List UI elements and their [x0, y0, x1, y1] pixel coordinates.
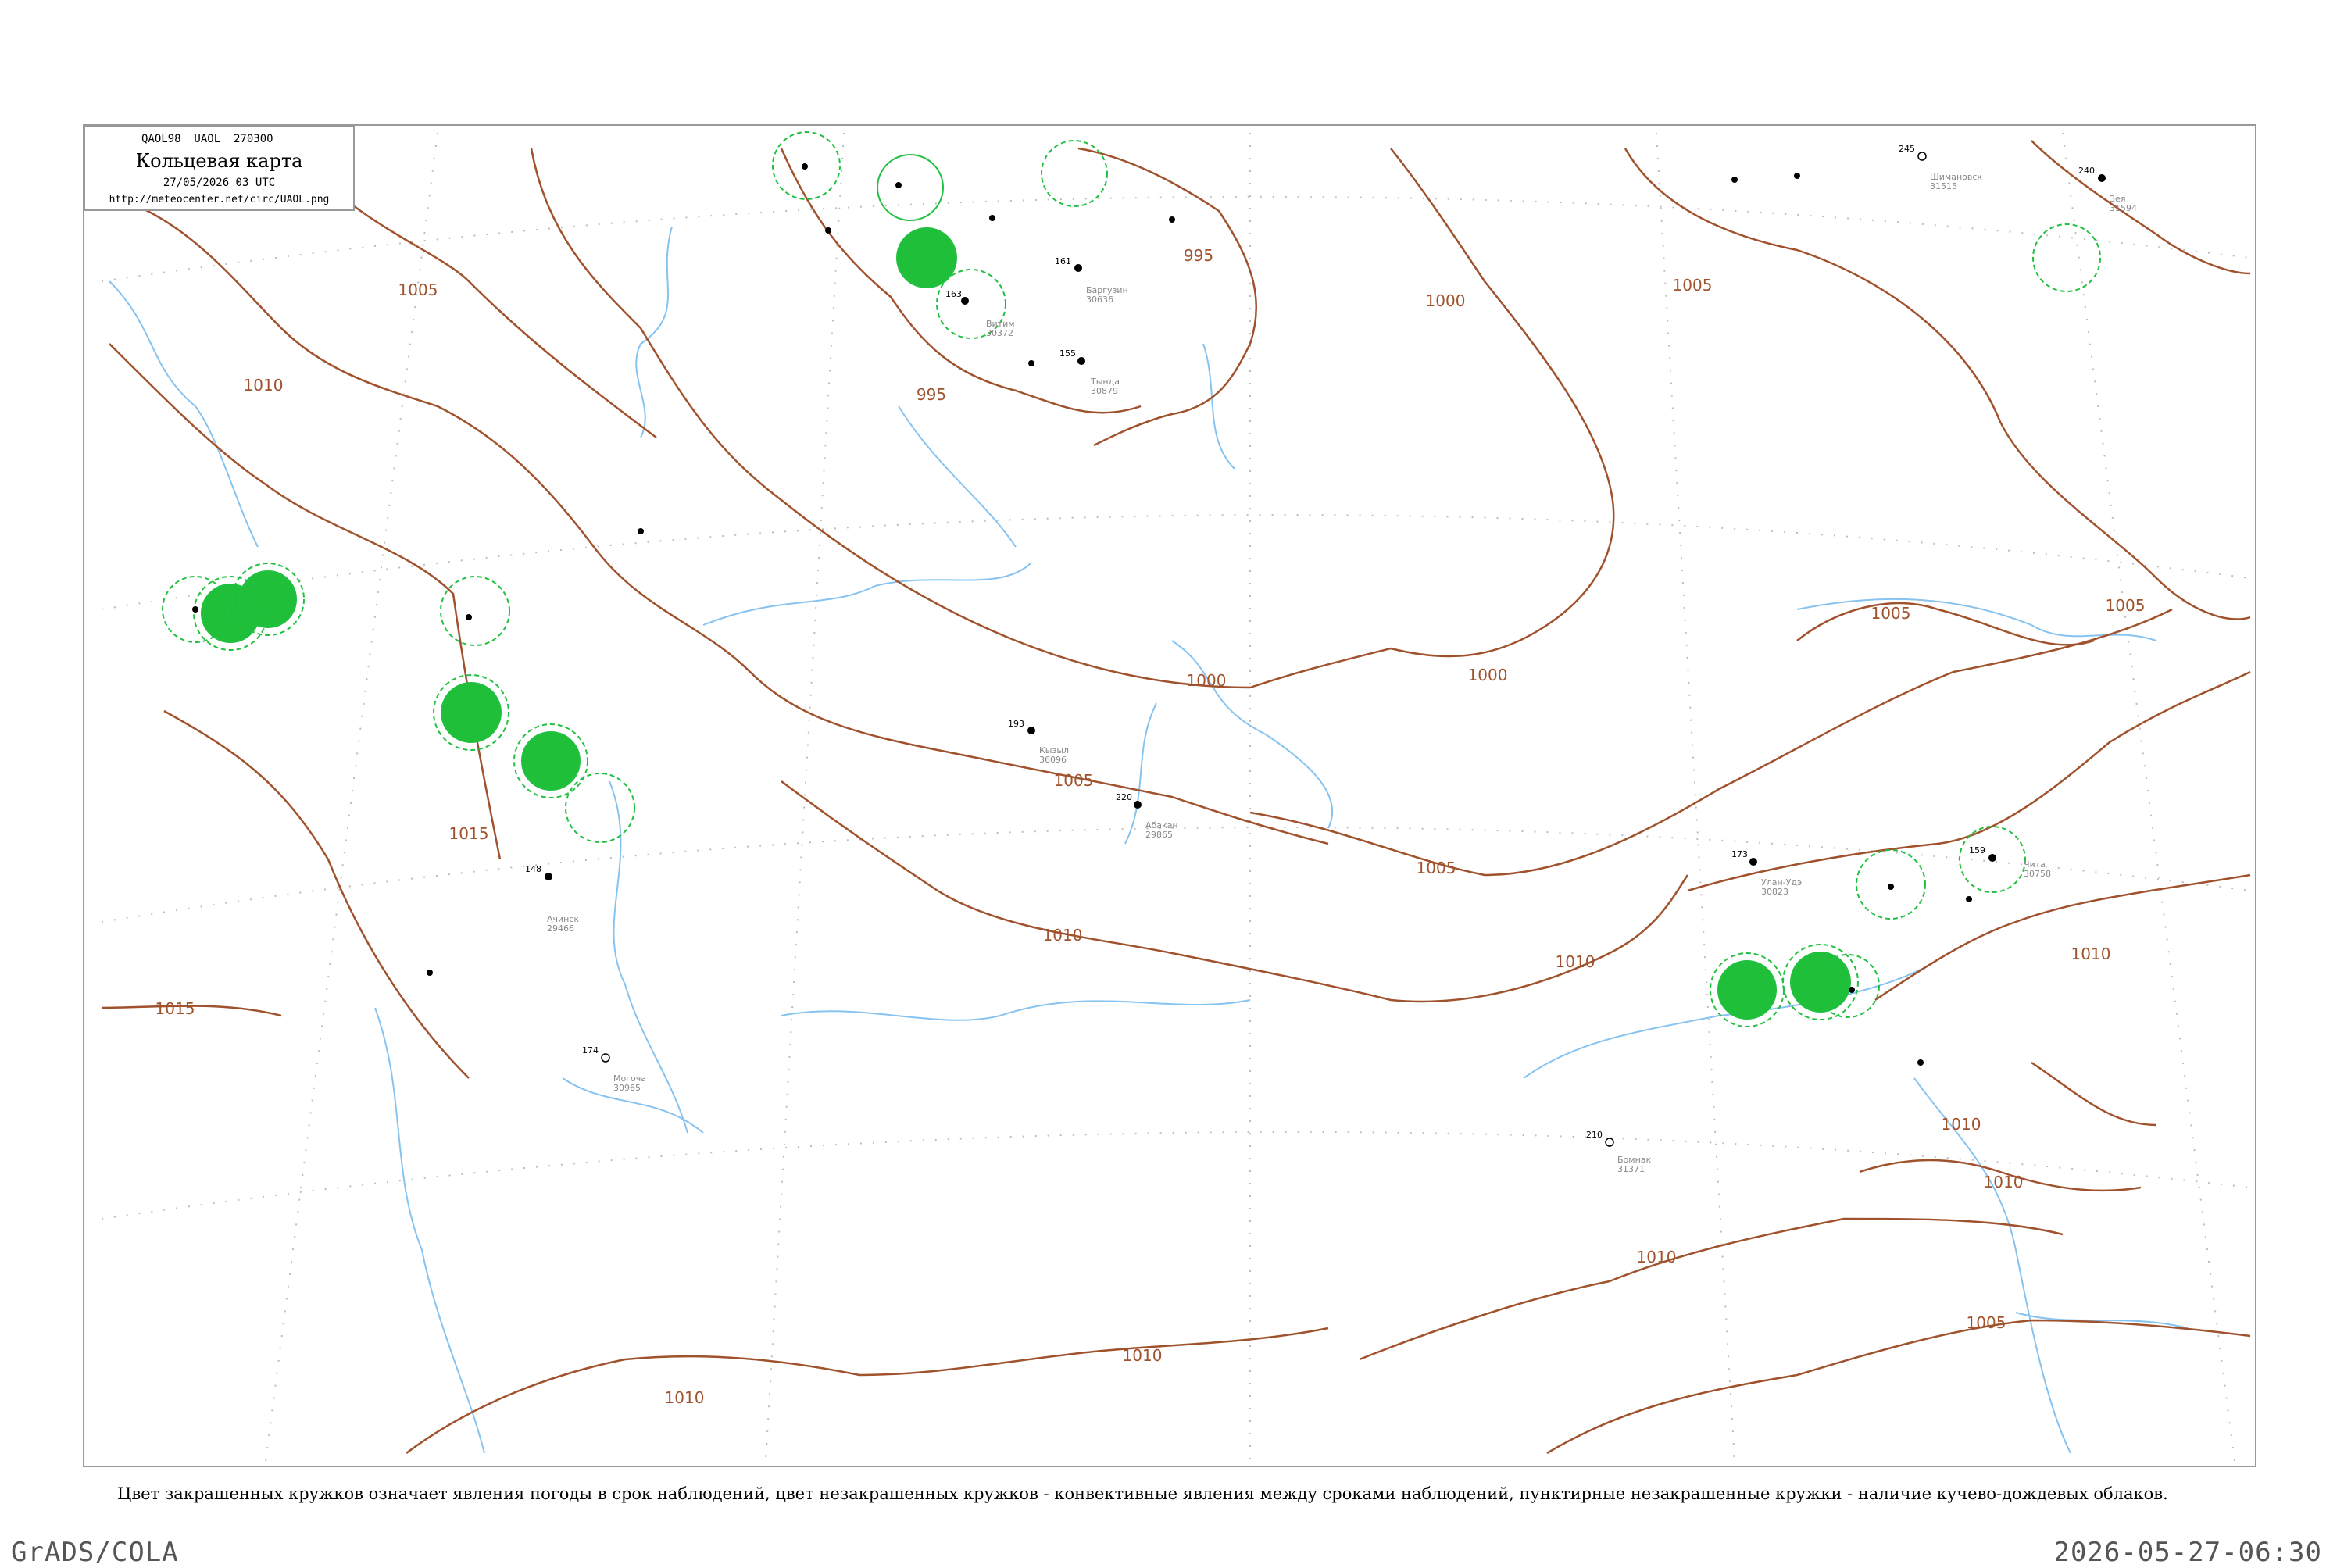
station-marker: [1074, 264, 1082, 272]
station-id: 29466: [547, 923, 574, 934]
station-marker: [1917, 1059, 1924, 1066]
isobar-label: 995: [1184, 246, 1213, 265]
bulletin-code: QAOL98 UAOL 270300: [141, 133, 273, 145]
station-marker: [1794, 173, 1800, 179]
legend-caption: Цвет закрашенных кружков означает явлени…: [117, 1484, 2168, 1503]
weather-filled-circle: [1717, 960, 1777, 1020]
station-pressure: 210: [1586, 1130, 1603, 1140]
station-marker: [1134, 801, 1142, 809]
station-marker: [1027, 727, 1035, 734]
isobar-label: 1005: [398, 280, 438, 299]
station-marker: [466, 614, 472, 620]
station-marker: [989, 215, 995, 221]
isobar-label: 1010: [1984, 1173, 2024, 1191]
station-id: 30636: [1086, 295, 1113, 305]
isobar-label: 1005: [1417, 859, 1456, 877]
isobar-label: 1000: [1468, 666, 1508, 684]
station-pressure: 173: [1731, 849, 1748, 859]
isobar-label: 1010: [1556, 952, 1595, 971]
station-id: 36096: [1039, 755, 1067, 765]
station-marker: [1849, 987, 1855, 993]
station-marker: [895, 182, 902, 188]
isobar-label: 1010: [1637, 1248, 1677, 1266]
isobar-label: 1010: [1123, 1346, 1163, 1365]
isobar-label: 1010: [2071, 945, 2111, 963]
station-marker: [601, 1053, 610, 1063]
render-timestamp: 2026-05-27-06:30: [2053, 1537, 2322, 1568]
station-pressure: 220: [1116, 792, 1132, 802]
synoptic-map: 1005 1010 1015 1015 995 1000 1000 1000 1…: [83, 124, 2256, 1467]
station-id: 30758: [2024, 869, 2051, 879]
station-id: 30372: [986, 328, 1013, 338]
station-marker: [2098, 174, 2106, 182]
weather-filled-circle: [521, 731, 581, 791]
isobar-label: 1015: [449, 824, 489, 843]
station-pressure: 240: [2078, 166, 2095, 176]
station-pressure: 155: [1059, 348, 1076, 359]
station-marker: [1917, 152, 1927, 161]
station-pressure: 161: [1055, 256, 1071, 266]
station-marker: [1988, 854, 1996, 862]
station-marker: [1888, 884, 1894, 890]
station-marker: [825, 227, 831, 234]
isobar-label: 1010: [1942, 1115, 1981, 1134]
station-pressure: 245: [1899, 144, 1915, 154]
station-marker: [1731, 177, 1738, 183]
isobar-label: 1010: [665, 1388, 705, 1407]
station-marker: [802, 163, 808, 170]
isobar-label: 1010: [1043, 926, 1083, 945]
isobar-label: 1000: [1426, 291, 1466, 310]
source-url: http://meteocenter.net/circ/UAOL.png: [109, 194, 330, 205]
station-pressure: 174: [582, 1045, 599, 1055]
station-id: 31371: [1617, 1164, 1645, 1174]
station-marker: [1169, 216, 1175, 223]
station-marker: [192, 606, 198, 613]
isobar-label: 1000: [1187, 671, 1227, 690]
isobar-label: 1010: [244, 376, 284, 395]
isobar-label: 1005: [1871, 604, 1911, 623]
station-marker: [545, 873, 552, 880]
software-credit: GrADS/COLA: [11, 1537, 179, 1568]
station-marker: [427, 970, 433, 976]
isobar-label: 1005: [2106, 596, 2146, 615]
station-marker: [961, 297, 969, 305]
station-pressure: 148: [525, 864, 541, 874]
map-datetime: 27/05/2026 03 UTC: [163, 177, 276, 189]
station-id: 29865: [1145, 830, 1173, 840]
weather-filled-circle: [1790, 952, 1851, 1013]
station-marker: [1605, 1138, 1614, 1147]
station-pressure: 163: [945, 289, 962, 299]
isobar-label: 1005: [1054, 771, 1094, 790]
station-id: 30823: [1761, 887, 1788, 897]
station-pressure: 193: [1008, 719, 1024, 729]
station-marker: [1028, 360, 1034, 366]
isobar-label: 995: [917, 385, 946, 404]
map-info-box: QAOL98 UAOL 270300 Кольцевая карта 27/05…: [84, 125, 355, 211]
station-id: 31594: [2110, 203, 2137, 213]
station-pressure: 159: [1969, 845, 1985, 855]
isobar-label: 1005: [1967, 1313, 2006, 1332]
station-marker: [638, 528, 644, 534]
station-marker: [1749, 858, 1757, 866]
weather-filled-circle: [441, 682, 502, 743]
station-id: 31515: [1930, 181, 1957, 191]
station-marker: [1077, 357, 1085, 365]
station-marker: [1966, 896, 1972, 902]
map-title: Кольцевая карта: [135, 150, 303, 172]
weather-filled-circle: [239, 570, 297, 628]
station-id: 30965: [613, 1083, 641, 1093]
isobar-label: 1015: [155, 999, 195, 1018]
station-id: 30879: [1091, 386, 1118, 396]
isobar-label: 1005: [1673, 276, 1713, 295]
